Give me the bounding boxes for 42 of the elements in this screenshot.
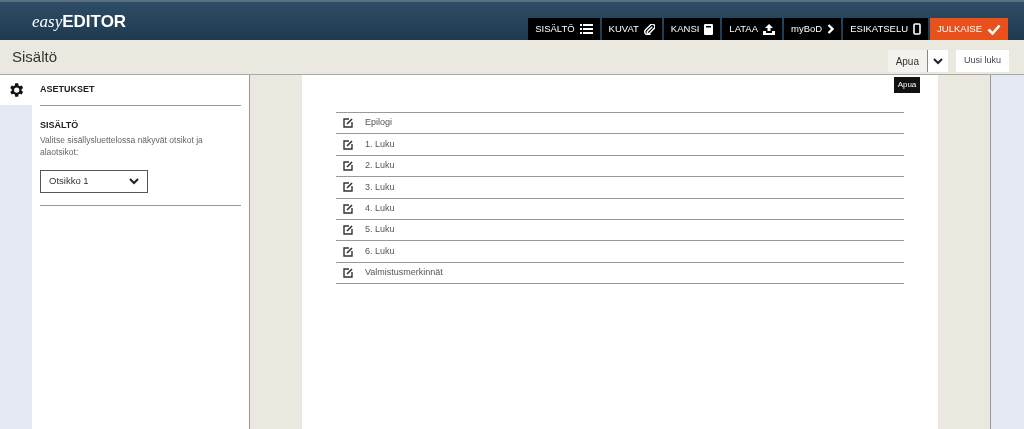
section-title: SISÄLTÖ: [40, 119, 80, 132]
book-icon: [704, 23, 714, 35]
chapter-title[interactable]: 2. Luku: [365, 159, 395, 173]
page-title: Sisältö: [12, 46, 58, 67]
edit-icon[interactable]: [343, 203, 353, 214]
edit-icon[interactable]: [343, 246, 353, 257]
nav-button[interactable]: KUVAT: [601, 18, 662, 40]
dropdown-button[interactable]: [928, 50, 948, 72]
section-description: Valitse sisällysluettelossa näkyvät otsikot ja alaotsikot:: [40, 133, 204, 158]
edit-icon[interactable]: [343, 160, 353, 171]
chapter-title[interactable]: Valmistusmerkinnät: [365, 266, 443, 280]
chapter-title[interactable]: 6. Luku: [365, 244, 395, 259]
chapter-title[interactable]: 3. Luku: [365, 180, 395, 195]
list-icon: [579, 24, 593, 34]
edit-icon[interactable]: [343, 182, 353, 193]
nav-button[interactable]: ESIKATSELU: [843, 18, 929, 40]
new-chapter-button[interactable]: Uusi luku: [956, 50, 1009, 72]
chevron-down-icon: [129, 177, 139, 185]
checkmark-icon: [987, 23, 1001, 35]
logo: easyEDITOR: [32, 12, 127, 30]
sidebar-heading: ASETUKSET: [40, 75, 241, 106]
heading-select[interactable]: Otsikko 1: [40, 169, 148, 193]
nav-button[interactable]: SISÄLTÖ: [528, 18, 600, 40]
upload-icon: [763, 23, 776, 35]
chapter-title[interactable]: Epilogi: [365, 116, 393, 130]
edit-icon[interactable]: [343, 118, 353, 129]
tooltip: Apua: [893, 77, 921, 93]
chapter-title[interactable]: 4. Luku: [365, 202, 395, 216]
nav-button[interactable]: KANSI: [663, 18, 721, 40]
chapter-title[interactable]: 5. Luku: [365, 223, 395, 237]
chapter-title[interactable]: 1. Luku: [365, 137, 395, 152]
paperclip-icon: [643, 23, 655, 35]
chevron-down-icon: [933, 57, 943, 65]
help-button[interactable]: Apua: [887, 50, 928, 72]
nav-button[interactable]: myBoD: [784, 18, 842, 40]
edit-icon[interactable]: [343, 139, 353, 150]
edit-icon[interactable]: [343, 267, 353, 278]
phone-icon: [913, 23, 922, 35]
chevron-right-icon: [827, 24, 835, 34]
nav-button[interactable]: LATAA: [722, 18, 783, 40]
nav-button[interactable]: JULKAISE: [930, 18, 1008, 40]
edit-icon[interactable]: [343, 225, 353, 236]
